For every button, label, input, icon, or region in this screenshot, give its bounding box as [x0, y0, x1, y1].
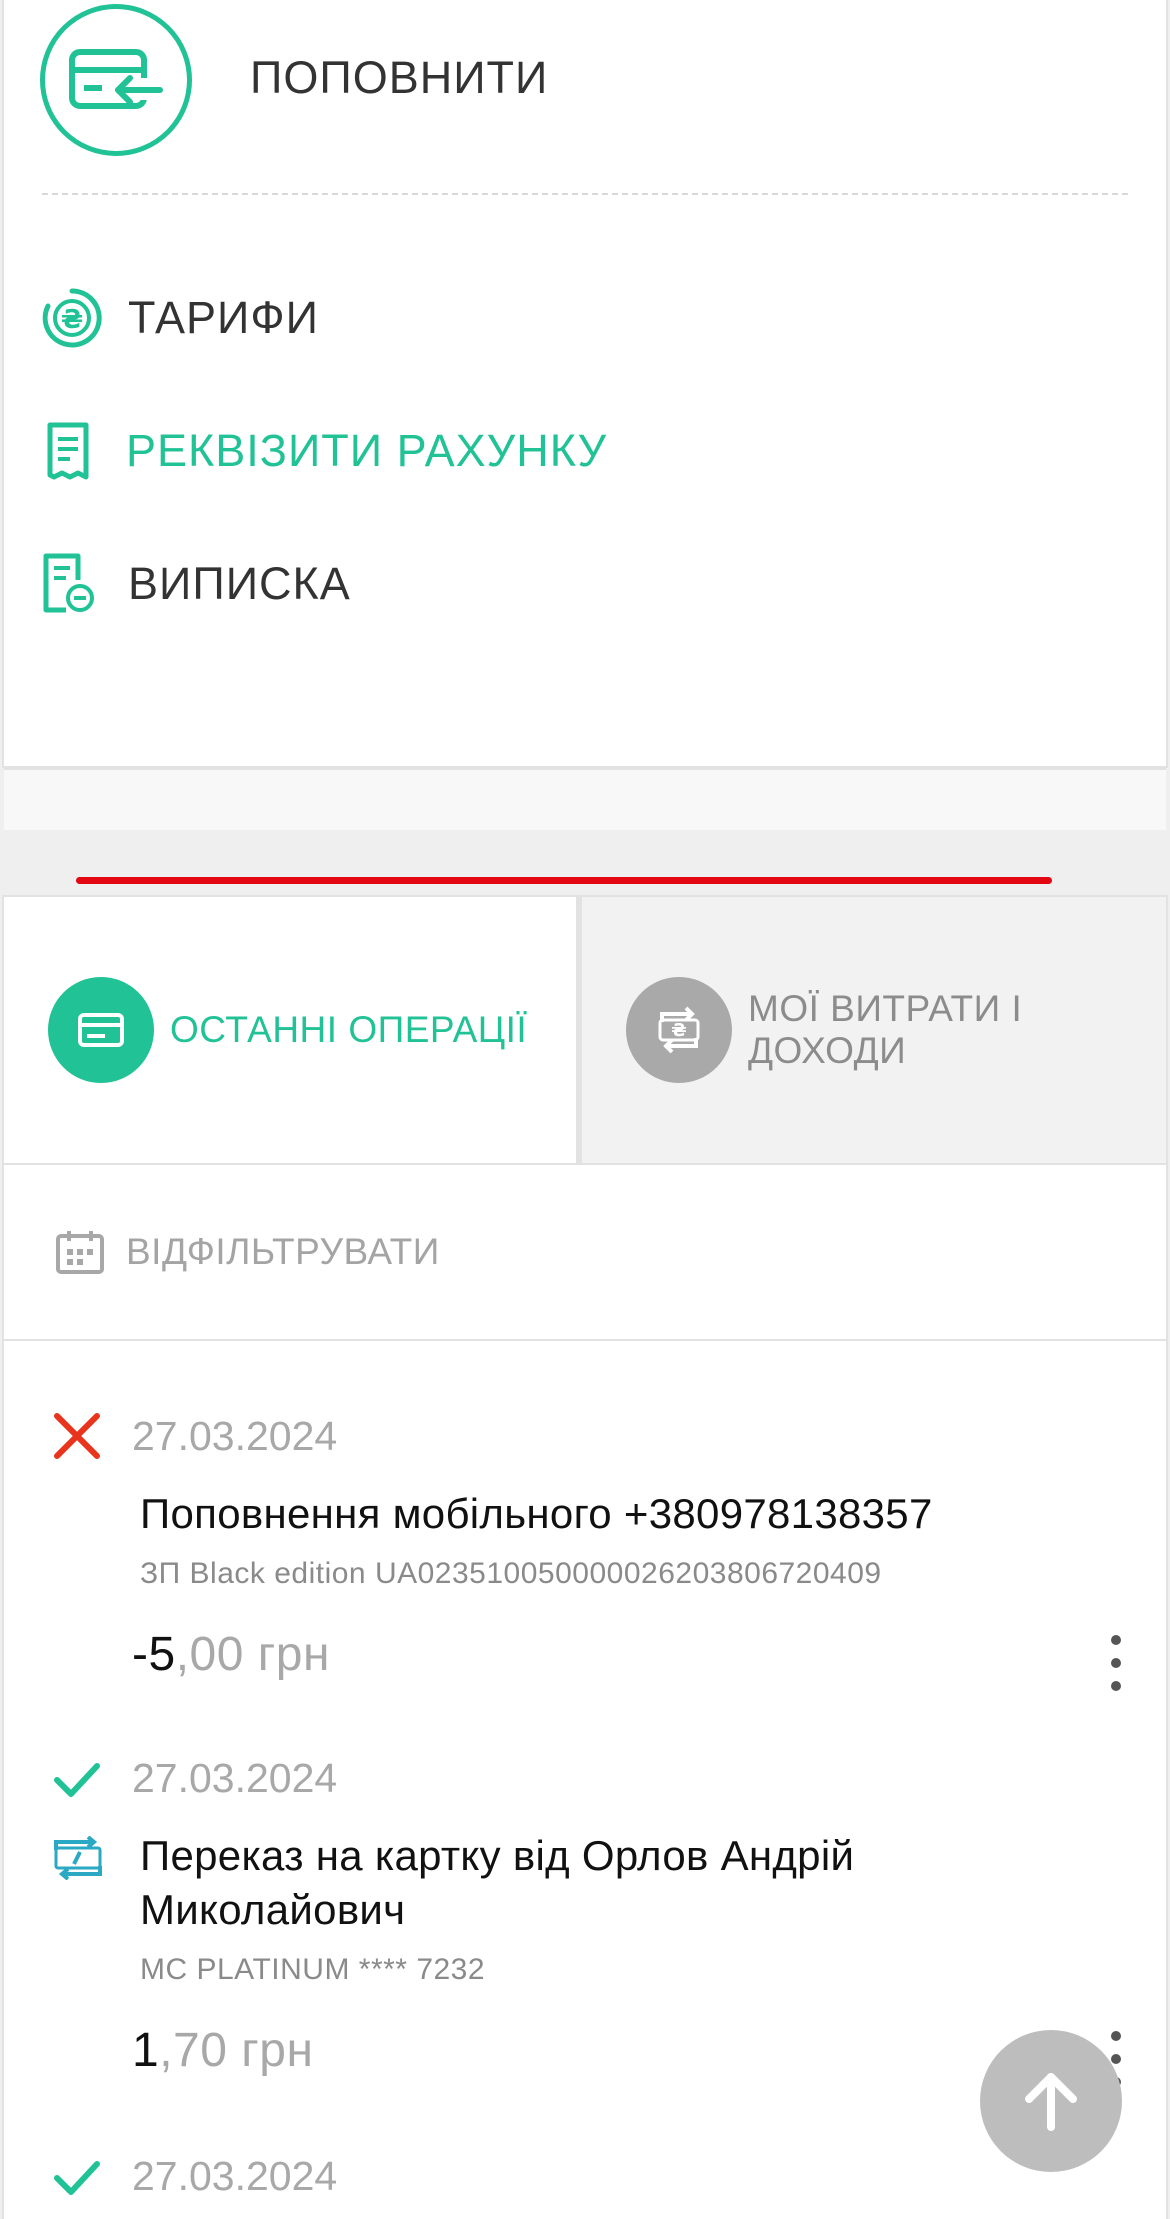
document-icon	[40, 419, 96, 483]
failed-x-icon	[50, 1409, 104, 1463]
amount-integer: 1	[132, 2024, 160, 2077]
scroll-to-top-button[interactable]	[980, 2030, 1122, 2172]
card-footer-strip	[4, 768, 1166, 830]
svg-text:₴: ₴	[61, 305, 83, 335]
red-divider	[76, 877, 1052, 884]
tab-expenses-income[interactable]: ₴ МОЇ ВИТРАТИ І ДОХОДИ	[582, 897, 1168, 1163]
transaction-date: 27.03.2024	[132, 1755, 338, 1801]
transaction-date: 27.03.2024	[132, 2153, 338, 2199]
amount-fraction: ,00 грн	[175, 1628, 330, 1681]
more-options-icon[interactable]	[1098, 1635, 1134, 1691]
calendar-icon	[54, 1226, 106, 1278]
menu-item-label: РЕКВІЗИТИ РАХУНКУ	[126, 425, 608, 476]
transaction-title: Поповнення мобільного +380978138357	[140, 1490, 933, 1537]
hryvnia-circle-icon: ₴	[40, 286, 104, 350]
card-icon	[48, 977, 154, 1083]
transaction-title: Переказ на картку від Орлов Андрій Микол…	[140, 1832, 855, 1933]
topup-label[interactable]: ПОПОВНИТИ	[250, 52, 548, 104]
filter-label: ВІДФІЛЬТРУВАТИ	[126, 1231, 440, 1272]
tab-label: ОСТАННІ ОПЕРАЦІЇ	[170, 1009, 528, 1050]
dashed-divider	[42, 193, 1128, 195]
account-menu-card: ПОПОВНИТИ ₴ ТАРИФИ РЕКВІЗИТИ РАХУНКУ ВИП…	[2, 0, 1168, 830]
statement-icon	[40, 552, 96, 616]
menu-item-label: ВИПИСКА	[128, 558, 351, 609]
card-transfer-icon	[48, 1833, 108, 1883]
tab-recent-operations[interactable]: ОСТАННІ ОПЕРАЦІЇ	[2, 897, 582, 1163]
card-topup-icon	[69, 49, 163, 109]
arrow-up-icon	[1025, 2073, 1077, 2131]
tab-label: МОЇ ВИТРАТИ І ДОХОДИ	[748, 988, 1023, 1071]
transaction-amount: -5,00 грн	[132, 1627, 330, 1682]
menu-item-statement[interactable]: ВИПИСКА	[40, 549, 351, 619]
success-check-icon	[50, 2151, 104, 2205]
transaction-date: 27.03.2024	[132, 1413, 338, 1459]
amount-integer: -5	[132, 1628, 176, 1681]
transaction-account: ЗП Black edition UA023510050000026203806…	[140, 1557, 882, 1590]
operations-tabs: ОСТАННІ ОПЕРАЦІЇ ₴ МОЇ ВИТРАТИ І ДОХОДИ	[2, 895, 1168, 1165]
exchange-hryvnia-icon: ₴	[626, 977, 732, 1083]
svg-text:₴: ₴	[671, 1020, 686, 1041]
transaction-account: MC PLATINUM **** 7232	[140, 1953, 486, 1986]
menu-item-account-details[interactable]: РЕКВІЗИТИ РАХУНКУ	[40, 416, 607, 486]
menu-item-tariffs[interactable]: ₴ ТАРИФИ	[40, 283, 319, 353]
menu-item-label: ТАРИФИ	[128, 292, 319, 343]
filter-button[interactable]: ВІДФІЛЬТРУВАТИ	[2, 1165, 1168, 1341]
transaction-amount: 1,70 грн	[132, 2023, 313, 2078]
topup-button[interactable]	[40, 4, 192, 156]
amount-fraction: ,70 грн	[159, 2024, 314, 2077]
success-check-icon	[50, 1753, 104, 1807]
